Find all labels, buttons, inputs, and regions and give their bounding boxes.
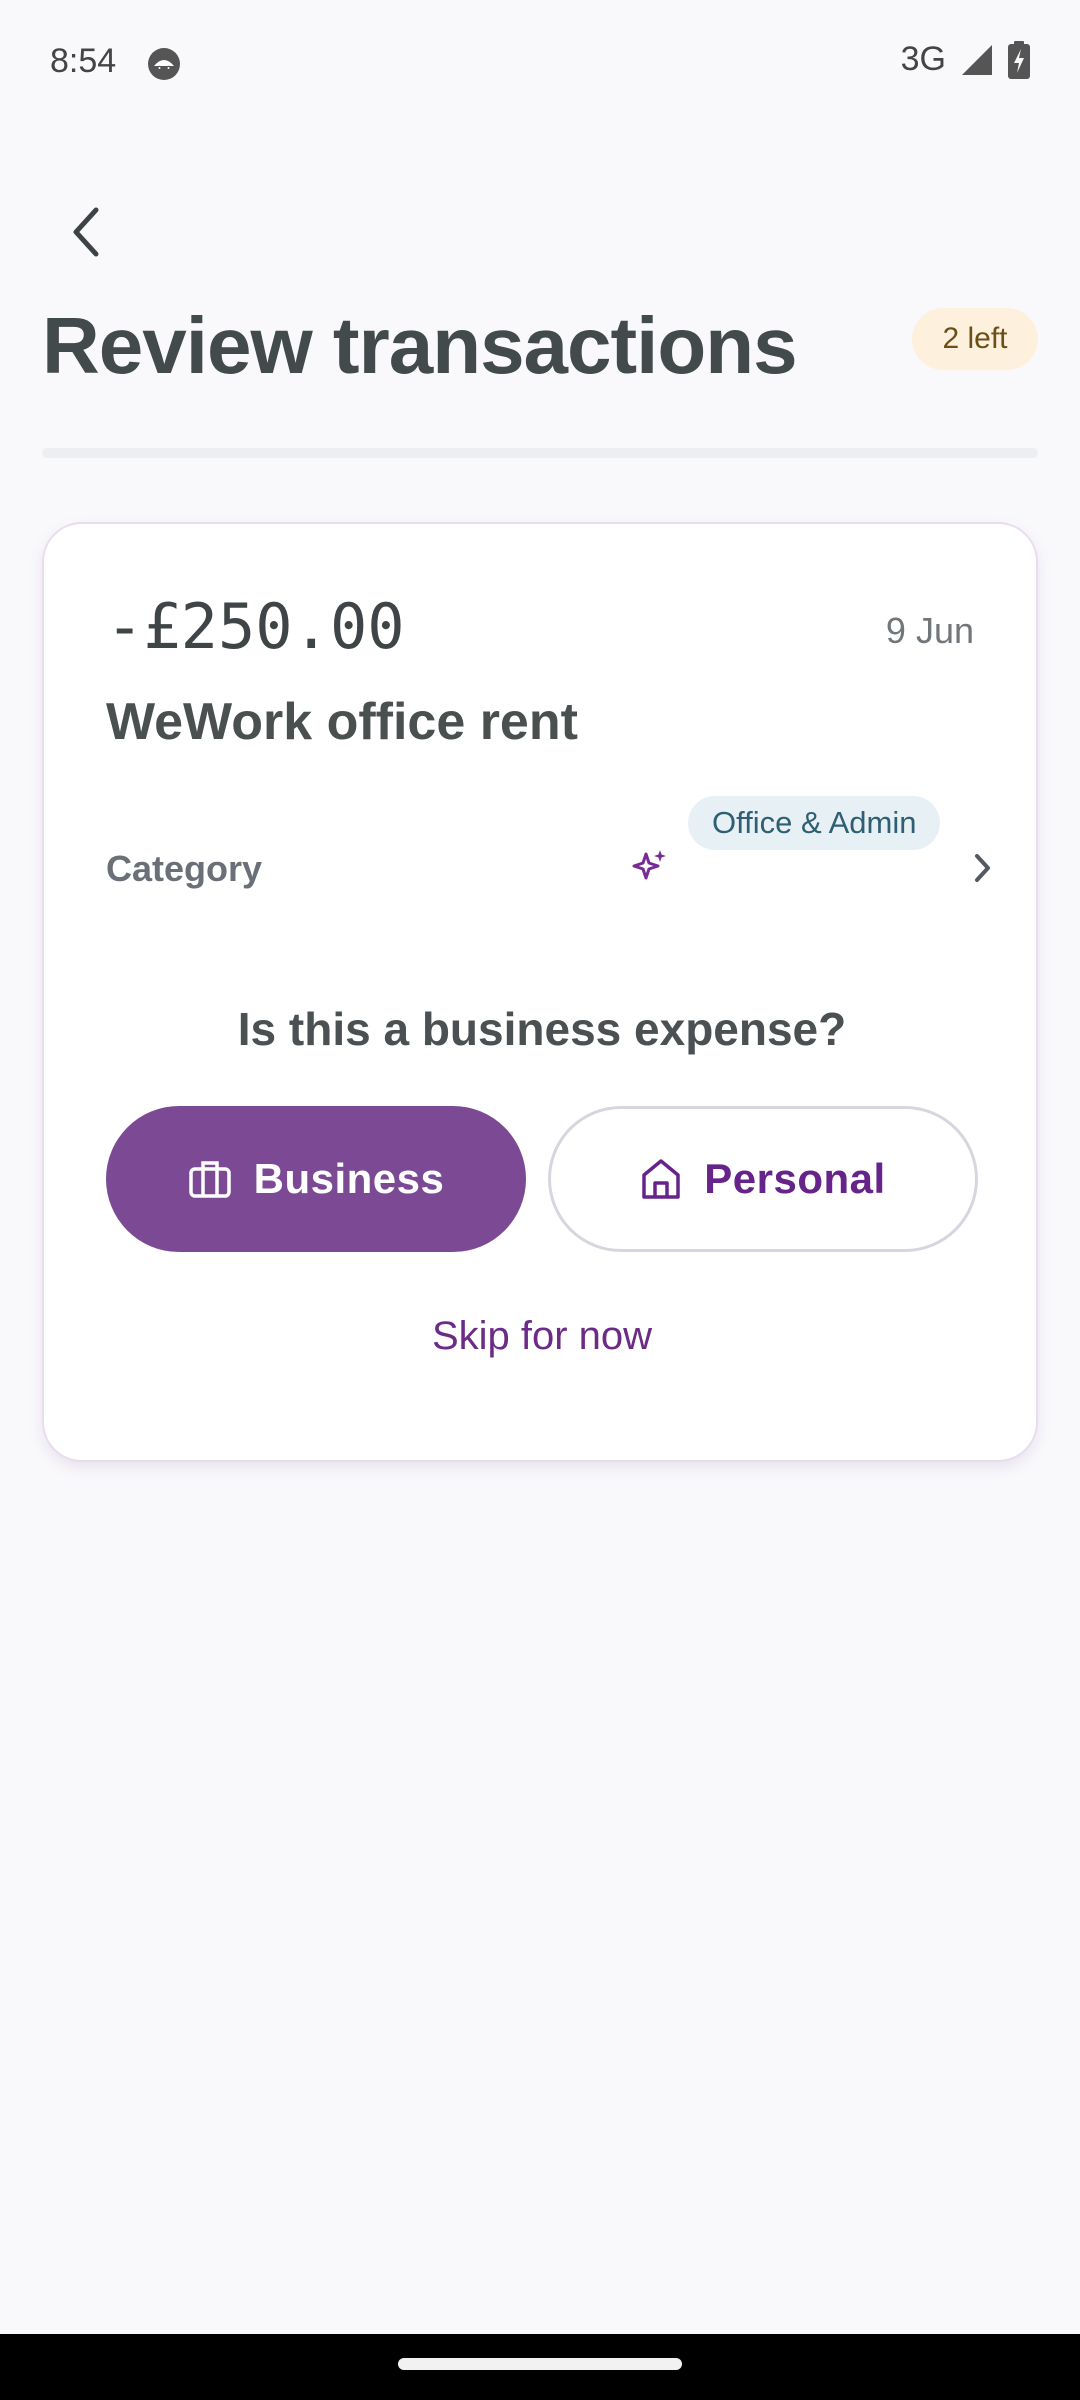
remaining-count-badge: 2 left [912,308,1038,370]
category-chip: Office & Admin [688,796,941,850]
personal-button[interactable]: Personal [548,1106,978,1252]
status-time: 8:54 [50,42,117,80]
network-type: 3G [900,40,946,78]
briefcase-icon [188,1161,231,1198]
personal-button-label: Personal [704,1155,886,1202]
business-button-label: Business [253,1155,445,1202]
status-bar: 8:54 3G [0,0,1080,130]
review-progress-bar [42,448,1038,458]
back-button[interactable] [52,196,118,268]
transaction-card: -£250.00 9 Jun WeWork office rent Catego… [42,522,1038,1462]
android-face-icon [148,48,180,80]
system-navigation-bar [0,2334,1080,2400]
business-button[interactable]: Business [106,1106,526,1252]
transaction-merchant: WeWork office rent [106,693,578,751]
status-indicators: 3G [901,40,1030,79]
skip-for-now-link[interactable]: Skip for now [44,1314,1040,1359]
business-expense-question: Is this a business expense? [237,1003,847,1055]
page-title: Review transactions [42,301,798,390]
review-transactions-screen: 8:54 3G Review transactions 2 left -£250… [0,0,1080,2400]
category-label: Category [106,848,263,889]
sparkle-icon [632,850,666,880]
home-icon [642,1159,681,1199]
chevron-left-icon [73,207,99,257]
category-selector[interactable]: Category Office & Admin [106,796,990,926]
transaction-amount: -£250.00 [106,590,405,663]
battery-charging-icon [1008,40,1030,79]
home-gesture-handle[interactable] [398,2358,682,2370]
cell-signal-icon [962,44,992,75]
chevron-right-icon [975,854,990,882]
transaction-date: 9 Jun [885,610,974,651]
